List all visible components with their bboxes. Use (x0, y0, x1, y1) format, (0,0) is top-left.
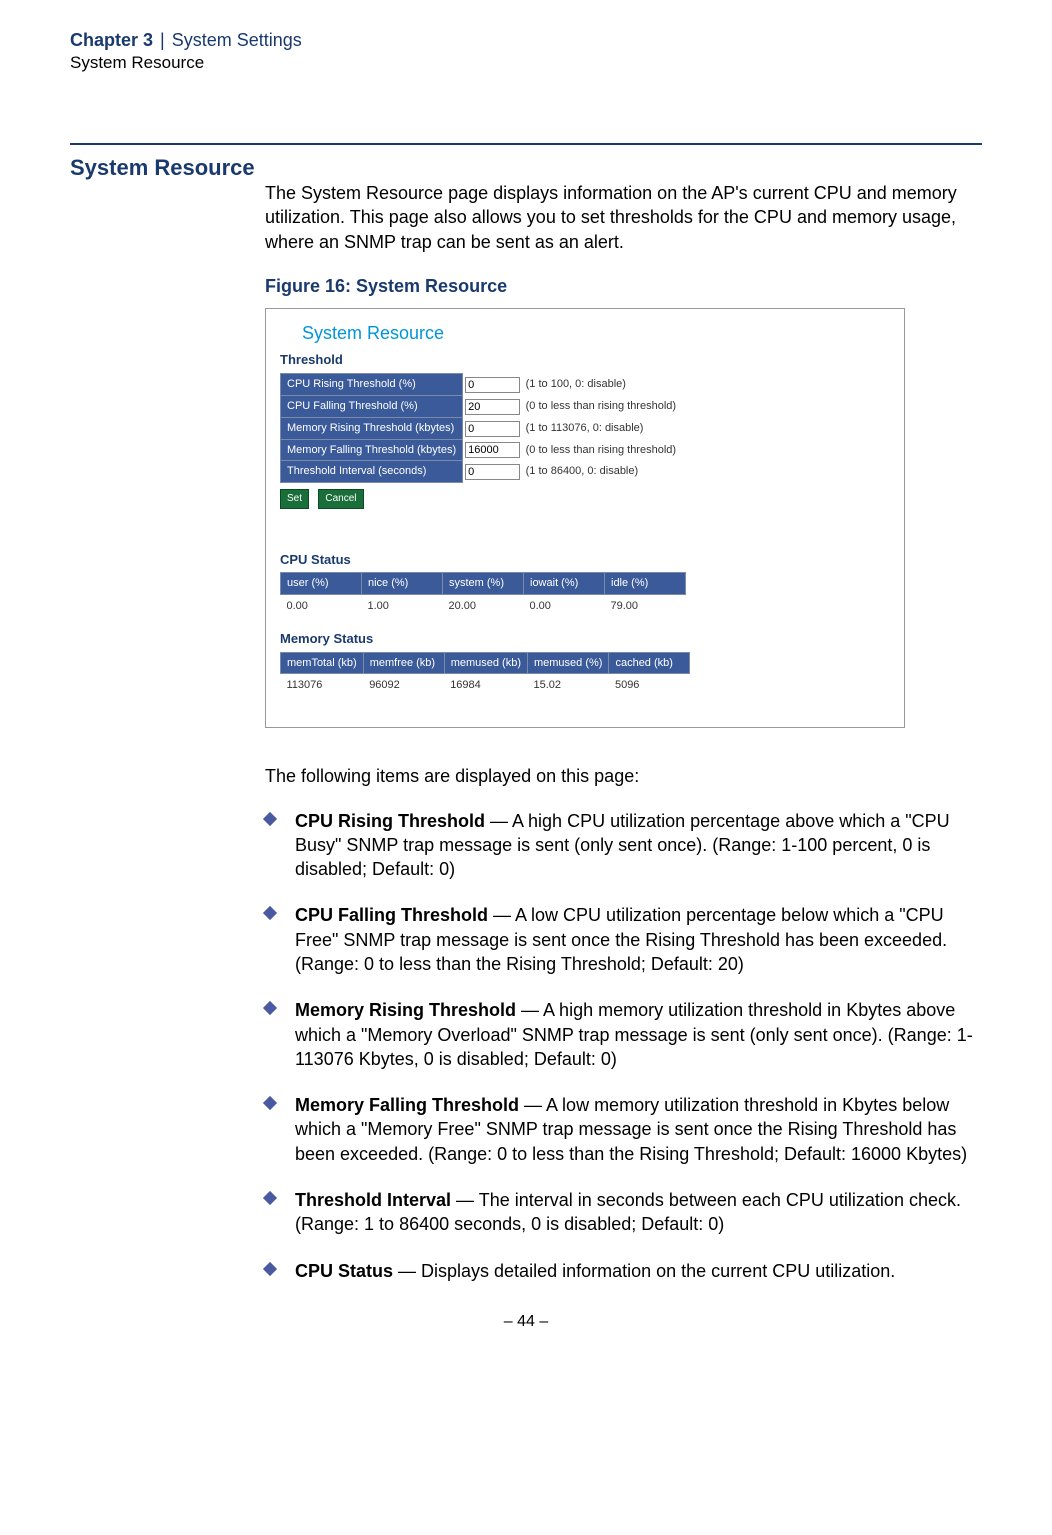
threshold-interval-input[interactable] (465, 464, 520, 480)
threshold-label: CPU Falling Threshold (%) (281, 395, 463, 417)
threshold-hint: (1 to 86400, 0: disable) (525, 461, 677, 483)
table-cell: 15.02 (527, 674, 608, 697)
threshold-label: CPU Rising Threshold (%) (281, 374, 463, 396)
set-button[interactable]: Set (280, 489, 309, 509)
memory-status-table: memTotal (kb) memfree (kb) memused (kb) … (280, 652, 690, 698)
list-item: CPU Falling Threshold — A low CPU utiliz… (265, 903, 982, 976)
threshold-label: Memory Rising Threshold (kbytes) (281, 417, 463, 439)
memory-falling-input[interactable] (465, 442, 520, 458)
table-cell: 79.00 (605, 595, 686, 618)
threshold-table: CPU Rising Threshold (%) (1 to 100, 0: d… (280, 373, 678, 483)
item-term: CPU Status (295, 1261, 393, 1281)
table-header: memTotal (kb) (281, 652, 364, 674)
memory-rising-input[interactable] (465, 421, 520, 437)
diamond-icon (263, 906, 277, 920)
table-cell: 113076 (281, 674, 364, 697)
threshold-heading: Threshold (280, 351, 890, 369)
table-cell: 5096 (609, 674, 690, 697)
threshold-row: CPU Falling Threshold (%) (0 to less tha… (281, 395, 678, 417)
diamond-icon (263, 1001, 277, 1015)
list-item: CPU Status — Displays detailed informati… (265, 1259, 982, 1283)
threshold-row: CPU Rising Threshold (%) (1 to 100, 0: d… (281, 374, 678, 396)
section-heading: System Resource (70, 155, 265, 181)
table-header: memused (kb) (444, 652, 527, 674)
table-header: nice (%) (362, 573, 443, 595)
cpu-rising-input[interactable] (465, 377, 520, 393)
figure-screenshot: System Resource Threshold CPU Rising Thr… (265, 308, 905, 728)
table-cell: 96092 (363, 674, 444, 697)
threshold-row: Memory Rising Threshold (kbytes) (1 to 1… (281, 417, 678, 439)
diamond-icon (263, 1262, 277, 1276)
table-header: cached (kb) (609, 652, 690, 674)
threshold-hint: (0 to less than rising threshold) (525, 439, 677, 461)
item-term: Memory Rising Threshold (295, 1000, 516, 1020)
page-number: – 44 – (70, 1313, 982, 1331)
definition-list: CPU Rising Threshold — A high CPU utiliz… (265, 809, 982, 1283)
diamond-icon (263, 1096, 277, 1110)
section-rule (70, 143, 982, 145)
cpu-status-heading: CPU Status (280, 551, 890, 569)
memory-status-heading: Memory Status (280, 630, 890, 648)
threshold-hint: (0 to less than rising threshold) (525, 395, 677, 417)
cpu-status-table: user (%) nice (%) system (%) iowait (%) … (280, 572, 686, 618)
screenshot-title: System Resource (302, 321, 890, 345)
page-header: Chapter 3 | System Settings (70, 30, 982, 51)
threshold-hint: (1 to 113076, 0: disable) (525, 417, 677, 439)
list-item: CPU Rising Threshold — A high CPU utiliz… (265, 809, 982, 882)
table-header: idle (%) (605, 573, 686, 595)
cpu-falling-input[interactable] (465, 399, 520, 415)
table-cell: 16984 (444, 674, 527, 697)
table-cell: 1.00 (362, 595, 443, 618)
table-header: iowait (%) (524, 573, 605, 595)
diamond-icon (263, 811, 277, 825)
table-header: memfree (kb) (363, 652, 444, 674)
item-term: CPU Rising Threshold (295, 811, 485, 831)
page-header-subtitle: System Resource (70, 53, 982, 73)
list-item: Memory Rising Threshold — A high memory … (265, 998, 982, 1071)
table-header: user (%) (281, 573, 362, 595)
table-cell: 0.00 (524, 595, 605, 618)
threshold-row: Threshold Interval (seconds) (1 to 86400… (281, 461, 678, 483)
threshold-label: Threshold Interval (seconds) (281, 461, 463, 483)
threshold-label: Memory Falling Threshold (kbytes) (281, 439, 463, 461)
intro-paragraph: The System Resource page displays inform… (265, 181, 982, 254)
chapter-label: Chapter 3 (70, 30, 153, 50)
table-cell: 20.00 (443, 595, 524, 618)
list-item: Threshold Interval — The interval in sec… (265, 1188, 982, 1237)
separator: | (158, 30, 167, 50)
cancel-button[interactable]: Cancel (318, 489, 363, 509)
table-header: memused (%) (527, 652, 608, 674)
list-item: Memory Falling Threshold — A low memory … (265, 1093, 982, 1166)
threshold-row: Memory Falling Threshold (kbytes) (0 to … (281, 439, 678, 461)
threshold-hint: (1 to 100, 0: disable) (525, 374, 677, 396)
diamond-icon (263, 1191, 277, 1205)
chapter-title: System Settings (172, 30, 302, 50)
figure-caption: Figure 16: System Resource (265, 274, 982, 298)
post-figure-text: The following items are displayed on thi… (265, 764, 982, 788)
item-term: CPU Falling Threshold (295, 905, 488, 925)
item-desc: — Displays detailed information on the c… (393, 1261, 895, 1281)
table-header: system (%) (443, 573, 524, 595)
item-term: Memory Falling Threshold (295, 1095, 519, 1115)
item-term: Threshold Interval (295, 1190, 451, 1210)
table-cell: 0.00 (281, 595, 362, 618)
